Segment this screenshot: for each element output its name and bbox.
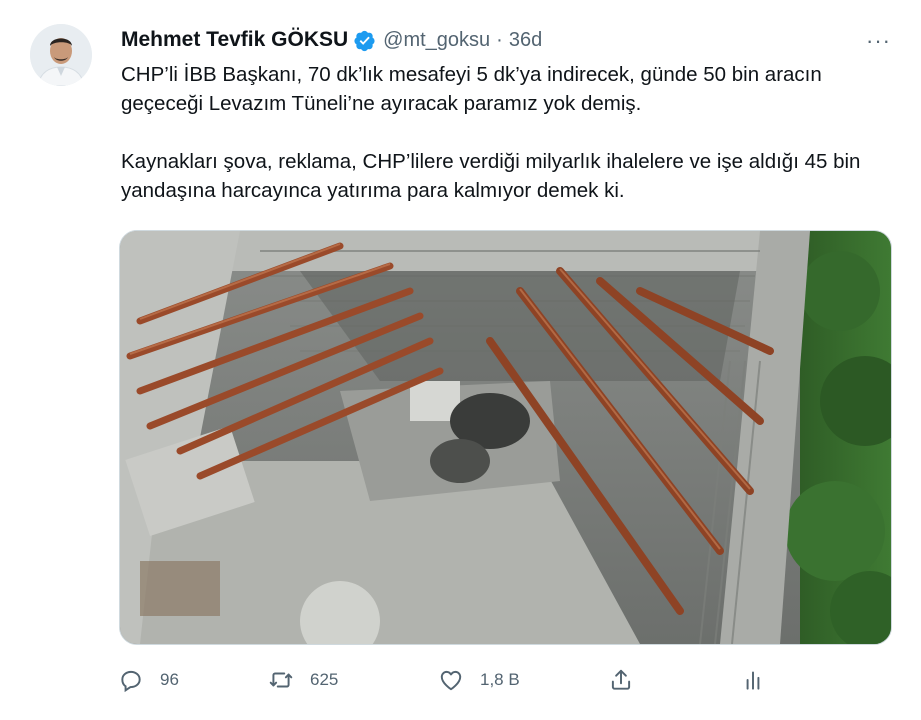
author-handle[interactable]: @mt_goksu bbox=[383, 29, 490, 52]
tunnel-construction-image bbox=[120, 231, 891, 644]
author-name[interactable]: Mehmet Tevfik GÖKSU bbox=[121, 28, 348, 52]
share-button[interactable] bbox=[608, 660, 634, 700]
reply-icon bbox=[121, 670, 141, 693]
retweet-count: 625 bbox=[310, 670, 339, 689]
separator-dot: · bbox=[496, 28, 503, 51]
analytics-icon bbox=[746, 671, 760, 690]
tweet-paragraph: Kaynakları şova, reklama, CHP’lilere ver… bbox=[121, 150, 861, 202]
tweet-actions: 96 625 1,8 B bbox=[118, 660, 778, 700]
more-icon[interactable]: ··· bbox=[866, 28, 891, 54]
tweet-text: CHP’li İBB Başkanı, 70 dk’lık mesafeyi 5… bbox=[121, 60, 881, 205]
analytics-button[interactable] bbox=[740, 660, 766, 700]
reply-button[interactable]: 96 bbox=[118, 660, 179, 700]
share-icon bbox=[611, 669, 631, 690]
retweet-icon bbox=[269, 672, 293, 688]
tweet: Mehmet Tevfik GÖKSU @mt_goksu · 36d ··· … bbox=[0, 0, 921, 720]
like-count: 1,8 B bbox=[480, 670, 520, 689]
tweet-paragraph: CHP’li İBB Başkanı, 70 dk’lık mesafeyi 5… bbox=[121, 63, 822, 115]
like-button[interactable]: 1,8 B bbox=[438, 660, 520, 700]
like-icon bbox=[440, 670, 462, 691]
retweet-button[interactable]: 625 bbox=[268, 660, 338, 700]
reply-count: 96 bbox=[160, 670, 179, 689]
verified-badge-icon bbox=[354, 30, 375, 51]
tweet-photo[interactable] bbox=[119, 230, 892, 645]
tweet-header: Mehmet Tevfik GÖKSU @mt_goksu · 36d ··· bbox=[121, 25, 891, 55]
tweet-timestamp[interactable]: 36d bbox=[509, 29, 542, 52]
avatar[interactable] bbox=[30, 24, 92, 86]
